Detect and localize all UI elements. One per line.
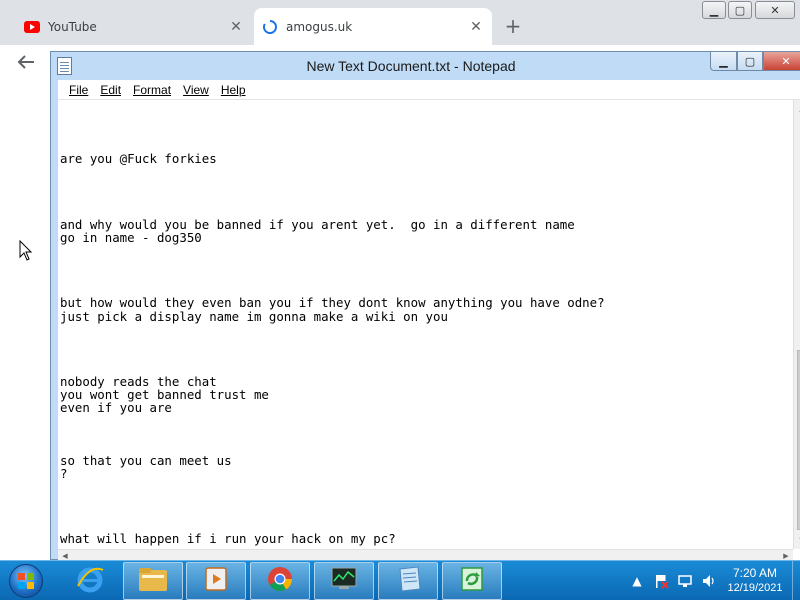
- notepad-icon: [394, 565, 422, 597]
- close-button[interactable]: ✕: [763, 52, 800, 71]
- taskbar-app-internet-explorer[interactable]: [60, 562, 120, 600]
- text-editor[interactable]: are you @Fuck forkies and why would you …: [58, 100, 793, 549]
- taskbar-app-task-manager[interactable]: [314, 562, 374, 600]
- menu-format[interactable]: Format: [127, 83, 177, 97]
- media-center-icon: [202, 565, 230, 597]
- mouse-cursor-icon: [19, 239, 33, 262]
- minimize-button[interactable]: ▁: [702, 1, 726, 19]
- taskbar: ▲ 7:20 AM 12/19/2021: [0, 560, 800, 600]
- show-hidden-icons-icon[interactable]: ▲: [625, 561, 649, 600]
- menu-view[interactable]: View: [177, 83, 215, 97]
- notepad-window: New Text Document.txt - Notepad ▁ ▢ ✕ Fi…: [50, 51, 800, 561]
- notepad-client-area: File Edit Format View Help are you @Fuck…: [58, 80, 800, 561]
- action-center-flag-icon[interactable]: [649, 561, 673, 600]
- taskbar-app-media-center[interactable]: [186, 562, 246, 600]
- taskbar-app-chrome[interactable]: [250, 562, 310, 600]
- show-desktop-button[interactable]: [792, 561, 800, 600]
- clock-date: 12/19/2021: [727, 582, 783, 594]
- folder-icon: [137, 565, 169, 597]
- browser-tab-title: YouTube: [48, 19, 97, 34]
- document-text: are you @Fuck forkies and why would you …: [60, 151, 605, 547]
- network-icon[interactable]: [673, 561, 697, 600]
- menu-edit[interactable]: Edit: [94, 83, 127, 97]
- close-icon[interactable]: ✕: [466, 17, 486, 37]
- scroll-up-icon[interactable]: ▲: [794, 100, 800, 117]
- scroll-down-icon[interactable]: ▼: [794, 532, 800, 549]
- notepad-title-bar[interactable]: New Text Document.txt - Notepad ▁ ▢ ✕: [51, 52, 800, 80]
- browser-tab-youtube[interactable]: YouTube ✕: [16, 8, 252, 45]
- browser-tab-amogus[interactable]: amogus.uk ✕: [254, 8, 492, 45]
- taskbar-app-notepad[interactable]: [378, 562, 438, 600]
- browser-tab-strip: YouTube ✕ amogus.uk ✕ + ▁ ▢ ✕: [0, 0, 800, 45]
- new-tab-button[interactable]: +: [501, 14, 525, 38]
- close-button[interactable]: ✕: [755, 1, 795, 19]
- window-controls: ▁ ▢ ✕: [710, 52, 800, 72]
- close-icon[interactable]: ✕: [226, 17, 246, 37]
- taskbar-app-recycle[interactable]: [442, 562, 502, 600]
- window-title: New Text Document.txt - Notepad: [306, 58, 516, 74]
- menu-file[interactable]: File: [63, 83, 94, 97]
- windows-logo-icon: [9, 564, 43, 598]
- clock-time: 7:20 AM: [732, 566, 778, 580]
- youtube-icon: [24, 19, 40, 35]
- menu-bar: File Edit Format View Help: [58, 80, 800, 100]
- vertical-scrollbar[interactable]: ▲ ▼: [793, 100, 800, 549]
- system-tray: ▲: [625, 561, 721, 600]
- chrome-icon: [266, 565, 294, 597]
- maximize-button[interactable]: ▢: [737, 52, 763, 71]
- browser-tab-title: amogus.uk: [286, 19, 353, 34]
- menu-help[interactable]: Help: [215, 83, 252, 97]
- internet-explorer-icon: [75, 564, 105, 598]
- loading-spinner-icon: [262, 19, 278, 35]
- maximize-button[interactable]: ▢: [728, 1, 752, 19]
- task-manager-icon: [329, 566, 359, 596]
- system-clock[interactable]: 7:20 AM 12/19/2021: [718, 565, 792, 596]
- start-button[interactable]: [4, 562, 48, 600]
- minimize-button[interactable]: ▁: [710, 52, 737, 71]
- recycle-app-icon: [458, 565, 486, 597]
- back-arrow-icon[interactable]: [14, 51, 38, 73]
- taskbar-app-file-explorer[interactable]: [123, 562, 183, 600]
